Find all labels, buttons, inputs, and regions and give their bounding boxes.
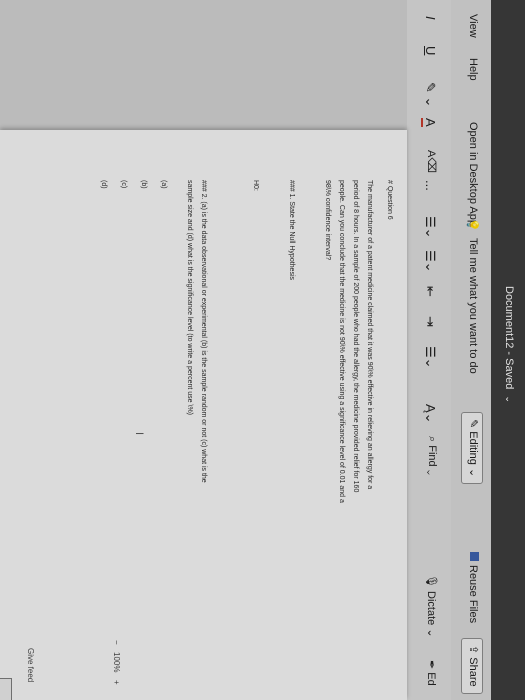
microphone-icon: 🎙 [425, 574, 437, 588]
numbering-button[interactable]: ☰⌄ [422, 250, 438, 273]
h0-line: H0: [252, 180, 259, 191]
eraser-icon: ⌫ [425, 157, 437, 173]
open-in-desktop-button[interactable]: Open in Desktop App [467, 122, 479, 226]
align-icon: ☰ [423, 346, 438, 358]
chevron-down-icon: ⌄ [426, 469, 438, 475]
ribbon-toolbar: I U ✎ ⌄ A A⌫ ... ☰⌄ ☰⌄ ⇤ ⇥ ☰⌄ Ą⌄ ⌕ Find … [406, 0, 451, 700]
menu-help[interactable]: Help [467, 58, 479, 81]
highlight-button[interactable]: ✎ ⌄ [422, 82, 438, 107]
question-heading: # Question 6 [386, 180, 393, 220]
pencil-icon: ✎ [467, 419, 479, 429]
feedback-link[interactable]: Give feed [26, 648, 35, 682]
find-label: Find [426, 445, 438, 467]
lightbulb-icon: 💡 [466, 218, 478, 232]
dictate-button[interactable]: 🎙 Dictate ⌄ [425, 574, 438, 638]
editing-mode-button[interactable]: ✎ Editing ⌄ [461, 412, 483, 485]
share-button[interactable]: ⇪ Share [461, 638, 483, 694]
body-line: sample size and (d) what is the signific… [186, 180, 193, 415]
status-bar: − 100% + Give feed [0, 640, 125, 700]
chevron-down-icon: ⌄ [423, 412, 438, 424]
title-bar: Document12 - Saved ⌄ [491, 0, 525, 700]
document-page[interactable]: # Question 6 The manufacturer of a paten… [0, 130, 407, 700]
styles-gallery-button[interactable]: Ą⌄ [422, 404, 438, 424]
body-line: people. Can you conclude that the medici… [338, 180, 345, 503]
pen-icon: ✒ [425, 660, 437, 670]
word-online-window: Document12 - Saved ⌄ View Help Open in De… [0, 0, 525, 700]
menu-view[interactable]: View [467, 14, 479, 38]
share-icon: ⇪ [467, 645, 479, 655]
zoom-in-button[interactable]: + [112, 680, 121, 685]
zoom-out-button[interactable]: − [112, 640, 121, 645]
editor-label: Ed [425, 672, 437, 686]
body-line: The manufacturer of a patent medicine cl… [366, 180, 373, 490]
chevron-down-icon: ⌄ [423, 357, 438, 369]
menu-bar: View Help Open in Desktop App 💡 Tell me … [450, 0, 491, 700]
editor-button[interactable]: ✒ Ed [425, 660, 438, 686]
chevron-down-icon: ⌄ [423, 227, 438, 239]
document-title-text: Document12 - Saved [503, 286, 515, 390]
chevron-down-icon: ⌄ [423, 96, 438, 108]
bullets-button[interactable]: ☰⌄ [422, 216, 438, 239]
more-formatting-button[interactable]: ... [423, 180, 438, 191]
chevron-down-icon: ⌄ [423, 261, 438, 273]
bullet-list-icon: ☰ [423, 216, 438, 228]
answer-b: (b) [140, 180, 147, 189]
section-heading: ### 1. State the Null Hypothesis [288, 180, 295, 281]
reuse-files-button[interactable]: Reuse Files [467, 552, 479, 623]
chevron-down-icon: ⌄ [467, 467, 479, 478]
chevron-down-icon: ⌄ [425, 628, 437, 638]
share-label: Share [467, 657, 479, 687]
increase-indent-button[interactable]: ⇥ [422, 316, 438, 327]
tell-me-search[interactable]: Tell me what you want to do [467, 238, 479, 374]
chevron-down-icon: ⌄ [504, 395, 514, 403]
highlighter-icon: ✎ [423, 82, 438, 93]
document-title[interactable]: Document12 - Saved ⌄ [503, 286, 515, 403]
answer-d: (d) [100, 180, 107, 189]
text-cursor: I [133, 432, 145, 436]
editing-label: Editing [467, 431, 479, 465]
styles-gallery-icon: Ą [423, 404, 438, 413]
italic-button[interactable]: I [423, 16, 438, 20]
body-line: period of 8 hours. In a sample of 200 pe… [352, 180, 359, 493]
align-button[interactable]: ☰⌄ [422, 346, 438, 369]
reuse-files-label: Reuse Files [467, 565, 479, 624]
zoom-level[interactable]: 100% [112, 652, 121, 672]
font-color-button[interactable]: A [421, 118, 438, 127]
numbered-list-icon: ☰ [423, 250, 438, 262]
answer-c: (c) [120, 180, 127, 189]
dictate-label: Dictate [425, 591, 437, 626]
body-line: 98\% confidence interval? [324, 180, 331, 261]
decrease-indent-button[interactable]: ⇤ [422, 286, 438, 297]
answer-a: (a) [160, 180, 167, 189]
section-heading: ### 2. (a) is the data observational or … [200, 180, 207, 483]
underline-button[interactable]: U [423, 46, 438, 55]
find-button[interactable]: ⌕ Find ⌄ [425, 436, 438, 475]
search-icon: ⌕ [426, 436, 438, 443]
document-canvas: # Question 6 The manufacturer of a paten… [0, 0, 407, 700]
reuse-files-icon [470, 552, 479, 561]
styles-button[interactable]: A⌫ [425, 150, 438, 173]
